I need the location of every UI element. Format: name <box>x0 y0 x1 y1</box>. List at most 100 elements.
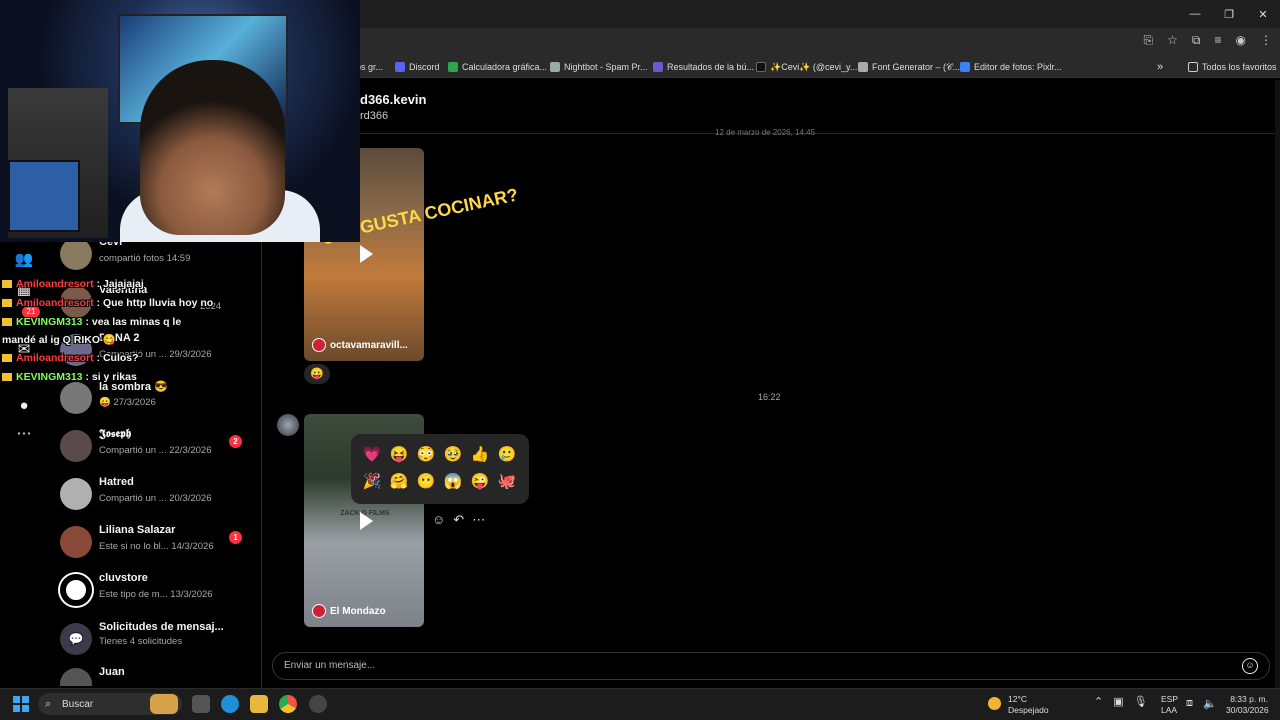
message-actions: ☺ ↶ ⋯ <box>432 512 485 528</box>
emoji-option[interactable]: 😜 <box>468 470 492 494</box>
chat-username: Amiloandresort <box>16 278 94 290</box>
chevron-up-icon[interactable]: ⌃ <box>1094 695 1103 708</box>
sender-avatar[interactable] <box>277 414 299 436</box>
people-icon[interactable]: 👥 <box>14 250 34 270</box>
star-icon[interactable]: ☆ <box>1167 33 1178 48</box>
emoji-option[interactable]: 💗 <box>360 443 384 467</box>
bookmark-item[interactable]: Editor de fotos: Pixlr... <box>960 59 1062 75</box>
edge-icon[interactable] <box>221 695 239 713</box>
react-icon[interactable]: ☺ <box>432 512 445 528</box>
message-request-icon: 💬 <box>60 623 92 655</box>
chat-text: : Que http lluvia hoy no <box>96 297 214 309</box>
weather-temperature[interactable]: 12°C <box>1008 694 1027 704</box>
bookmark-item[interactable]: Calculadora gráfica... <box>448 59 547 75</box>
all-favorites-button[interactable]: Todos los favoritos <box>1188 59 1277 75</box>
conversation-item[interactable]: Liliana Salazar Este si no lo bl... 14/3… <box>60 524 260 564</box>
close-icon[interactable]: ✕ <box>1246 0 1280 28</box>
emoji-option[interactable]: 😳 <box>414 443 438 467</box>
obs-icon[interactable] <box>309 695 327 713</box>
tray-app-icon[interactable]: ▣ <box>1113 695 1123 708</box>
emoji-option[interactable]: 🥲 <box>495 443 519 467</box>
bookmark-label: Calculadora gráfica... <box>462 62 548 72</box>
system-tray: ⌃ ▣ 🎙 <box>1094 695 1148 708</box>
avatar <box>60 668 92 686</box>
emoji-option[interactable]: 🎉 <box>360 470 384 494</box>
message-input-placeholder: Enviar un mensaje... <box>284 660 376 671</box>
scrollbar[interactable] <box>1275 80 1280 688</box>
bookmark-item[interactable]: Discord <box>395 59 440 75</box>
conversation-preview: compartió fotos 14:59 <box>99 253 191 264</box>
emoji-option[interactable]: 🐙 <box>495 470 519 494</box>
chat-text: : si y rikas <box>85 371 137 383</box>
install-app-icon[interactable]: ⎘ <box>1144 33 1154 48</box>
network-icon[interactable]: ⧈ <box>1186 697 1193 710</box>
bookmark-item[interactable]: Font Generator – (𝒞... <box>858 59 960 75</box>
bookmark-item[interactable]: Nightbot - Spam Pr... <box>550 59 648 75</box>
emoji-option[interactable]: 😶 <box>414 470 438 494</box>
media-icon[interactable]: ≡ <box>1215 33 1222 48</box>
reel-caption: El Mondazo <box>312 603 386 619</box>
restore-icon[interactable]: ❐ <box>1212 0 1246 28</box>
message-reaction[interactable]: 😛 <box>304 364 330 384</box>
weather-description[interactable]: Despejado <box>1008 705 1049 715</box>
chat-username: Amiloandresort <box>16 297 94 309</box>
crown-icon <box>2 373 12 382</box>
conversation-item[interactable]: Hatred Compartió un ... 20/3/2026 <box>60 476 260 516</box>
crown-icon <box>2 280 12 289</box>
menu-icon[interactable]: ⋮ <box>1260 33 1272 48</box>
windows-start-icon[interactable] <box>13 696 29 712</box>
bookmark-label: Nightbot - Spam Pr... <box>564 62 648 72</box>
emoji-option[interactable]: 👍 <box>468 443 492 467</box>
conversation-preview: Compartió un ... 22/3/2026 <box>99 445 212 456</box>
stream-chat-line: KEVINGM313 : vea las minas q le <box>2 316 181 328</box>
play-icon[interactable] <box>356 512 374 530</box>
task-view-icon[interactable] <box>192 695 210 713</box>
bookmark-item[interactable]: os gr... <box>356 59 383 75</box>
clock-date[interactable]: 30/03/2026 <box>1226 705 1269 715</box>
profile-avatar-icon[interactable]: ● <box>14 396 34 416</box>
widget-food-icon[interactable] <box>150 694 178 714</box>
more-icon[interactable]: ⋯ <box>14 424 34 444</box>
keyboard-layout[interactable]: LAA <box>1161 705 1177 715</box>
language-indicator[interactable]: ESP <box>1161 694 1178 704</box>
search-results-icon <box>653 62 663 72</box>
conversation-name: Solicitudes de mensaj... <box>99 621 224 633</box>
avatar <box>60 382 92 414</box>
unread-badge: 2 <box>229 435 242 448</box>
emoji-icon[interactable]: ☺ <box>1242 658 1258 674</box>
emoji-option[interactable]: 😝 <box>387 443 411 467</box>
conversation-item[interactable]: Juan <box>60 666 260 686</box>
extensions-icon[interactable]: ⧉ <box>1192 33 1201 48</box>
bookmark-label: ✨Cevi✨ (@cevi_y... <box>770 61 858 72</box>
conversation-item[interactable]: 𝕵𝖔𝖘𝖊𝖕𝖍 Compartió un ... 22/3/2026 2 <box>60 428 260 468</box>
message-input[interactable] <box>272 652 1270 680</box>
play-icon[interactable] <box>356 245 374 263</box>
more-options-icon[interactable]: ⋯ <box>472 512 485 528</box>
profile-icon[interactable]: ◉ <box>1236 33 1246 48</box>
conversation-item[interactable]: la sombra 😎 😛 27/3/2026 <box>60 380 260 420</box>
bookmark-item[interactable]: ✨Cevi✨ (@cevi_y... <box>756 59 857 75</box>
emoji-option[interactable]: 🥹 <box>441 443 465 467</box>
file-explorer-icon[interactable] <box>250 695 268 713</box>
bookmark-label: Editor de fotos: Pixlr... <box>974 62 1062 72</box>
chat-username: Amiloandresort <box>16 352 94 364</box>
window-controls: — ❐ ✕ <box>1178 0 1280 28</box>
conversation-item[interactable]: Cevi compartió fotos 14:59 <box>60 236 260 276</box>
conversation-name: Juan <box>99 666 125 678</box>
chrome-icon[interactable] <box>279 695 297 713</box>
clock-time[interactable]: 8:33 p. m. <box>1230 694 1268 704</box>
message-requests-item[interactable]: 💬 Solicitudes de mensaj... Tienes 4 soli… <box>60 621 260 661</box>
bookmarks-overflow-button[interactable]: » <box>1157 59 1163 75</box>
reply-icon[interactable]: ↶ <box>453 512 464 528</box>
emoji-option[interactable]: 🤗 <box>387 470 411 494</box>
conversation-item[interactable]: cluvstore Este tipo de m... 13/3/2026 <box>60 572 260 612</box>
bookmark-item[interactable]: Resultados de la bú... <box>653 59 754 75</box>
minimize-icon[interactable]: — <box>1178 0 1212 28</box>
chat-header-name[interactable]: d366.kevin <box>360 92 427 107</box>
conversation-preview: Compartió un ... 20/3/2026 <box>99 493 212 504</box>
avatar <box>60 526 92 558</box>
avatar <box>60 574 92 606</box>
volume-icon[interactable]: 🔈 <box>1203 697 1217 710</box>
microphone-icon[interactable]: 🎙 <box>1134 695 1148 708</box>
emoji-option[interactable]: 😱 <box>441 470 465 494</box>
